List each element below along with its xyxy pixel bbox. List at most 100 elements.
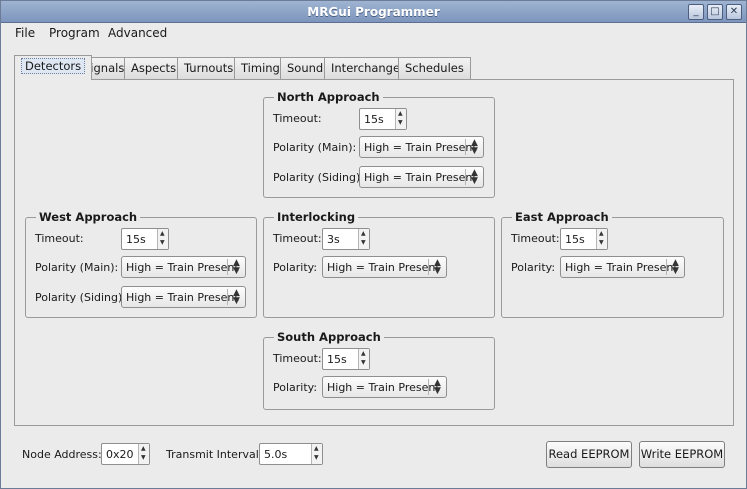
east-timeout-label: Timeout: <box>511 232 560 245</box>
menu-program[interactable]: Program <box>49 26 100 40</box>
south-approach-title: South Approach <box>274 330 384 344</box>
tab-aspects[interactable]: Aspects <box>124 57 184 79</box>
spin-arrows[interactable]: ▲ ▼ <box>157 229 168 249</box>
transmit-interval-spinbox[interactable]: 5.0s ▲ ▼ <box>259 443 323 465</box>
close-button[interactable]: ✕ <box>726 4 742 20</box>
north-polarity-main-label: Polarity (Main): <box>273 141 357 154</box>
north-approach-group: North Approach Timeout: 15s ▲ ▼ Polarity… <box>263 90 495 198</box>
north-polarity-main-value: High = Train Present <box>364 141 477 154</box>
chevron-up-icon[interactable]: ▲ <box>314 446 319 452</box>
node-address-spinbox[interactable]: 0x20 ▲ ▼ <box>101 443 150 465</box>
west-timeout-spinbox[interactable]: 15s ▲ ▼ <box>121 228 169 250</box>
node-address-label: Node Address: <box>22 448 102 461</box>
west-polarity-main-value: High = Train Present <box>126 261 239 274</box>
east-approach-title: East Approach <box>512 210 612 224</box>
chevron-down-icon[interactable]: ▼ <box>398 120 403 126</box>
menu-advanced[interactable]: Advanced <box>108 26 167 40</box>
combo-arrows-icon: ▲ ▼ <box>666 259 684 276</box>
west-polarity-main-combo[interactable]: High = Train Present ▲ ▼ <box>121 256 246 278</box>
chevron-up-icon[interactable]: ▲ <box>361 231 366 237</box>
south-timeout-label: Timeout: <box>273 352 322 365</box>
east-polarity-combo[interactable]: High = Train Present ▲ ▼ <box>560 256 685 278</box>
combo-arrows-icon: ▲ ▼ <box>465 169 483 186</box>
spin-arrows[interactable]: ▲ ▼ <box>358 229 369 249</box>
south-approach-group: South Approach Timeout: 15s ▲ ▼ Polarity… <box>263 330 495 410</box>
west-approach-title: West Approach <box>36 210 141 224</box>
minimize-button[interactable]: _ <box>688 4 704 20</box>
east-approach-group: East Approach Timeout: 15s ▲ ▼ Polarity:… <box>501 210 724 318</box>
north-polarity-siding-combo[interactable]: High = Train Present ▲ ▼ <box>359 166 484 188</box>
menu-file[interactable]: File <box>15 26 35 40</box>
north-polarity-siding-value: High = Train Present <box>364 171 477 184</box>
tab-detectors[interactable]: Detectors <box>14 55 93 80</box>
north-approach-title: North Approach <box>274 90 383 104</box>
west-timeout-value: 15s <box>126 233 146 246</box>
chevron-up-icon[interactable]: ▲ <box>599 231 604 237</box>
interlocking-timeout-label: Timeout: <box>273 232 322 245</box>
read-eeprom-button[interactable]: Read EEPROM <box>546 441 632 468</box>
chevron-down-icon[interactable]: ▼ <box>361 360 366 366</box>
chevron-up-icon[interactable]: ▲ <box>361 351 366 357</box>
south-polarity-value: High = Train Present <box>327 381 440 394</box>
combo-arrows-icon: ▲ ▼ <box>227 259 245 276</box>
combo-arrows-icon: ▲ ▼ <box>428 259 446 276</box>
spin-arrows[interactable]: ▲ ▼ <box>311 444 322 464</box>
spin-arrows[interactable]: ▲ ▼ <box>596 229 607 249</box>
write-eeprom-button[interactable]: Write EEPROM <box>639 441 725 468</box>
interlocking-polarity-combo[interactable]: High = Train Present ▲ ▼ <box>322 256 447 278</box>
west-polarity-siding-label: Polarity (Siding): <box>35 291 126 304</box>
east-timeout-value: 15s <box>565 233 585 246</box>
south-polarity-label: Polarity: <box>273 381 318 394</box>
chevron-down-icon[interactable]: ▼ <box>314 455 319 461</box>
east-polarity-value: High = Train Present <box>565 261 678 274</box>
app-window: MRGui Programmer _ □ ✕ File Program Adva… <box>0 0 747 489</box>
tab-turnouts[interactable]: Turnouts <box>177 57 241 79</box>
detectors-tab-pane: North Approach Timeout: 15s ▲ ▼ Polarity… <box>14 79 734 426</box>
transmit-interval-value: 5.0s <box>264 448 288 461</box>
west-polarity-siding-combo[interactable]: High = Train Present ▲ ▼ <box>121 286 246 308</box>
interlocking-timeout-spinbox[interactable]: 3s ▲ ▼ <box>322 228 370 250</box>
interlocking-title: Interlocking <box>274 210 359 224</box>
west-polarity-siding-value: High = Train Present <box>126 291 239 304</box>
combo-arrows-icon: ▲ ▼ <box>465 139 483 156</box>
node-address-value: 0x20 <box>106 448 134 461</box>
east-timeout-spinbox[interactable]: 15s ▲ ▼ <box>560 228 608 250</box>
title-bar[interactable]: MRGui Programmer _ □ ✕ <box>1 1 746 23</box>
chevron-up-icon[interactable]: ▲ <box>160 231 165 237</box>
north-polarity-main-combo[interactable]: High = Train Present ▲ ▼ <box>359 136 484 158</box>
east-polarity-label: Polarity: <box>511 261 556 274</box>
north-timeout-spinbox[interactable]: 15s ▲ ▼ <box>359 108 407 130</box>
spin-arrows[interactable]: ▲ ▼ <box>358 349 369 369</box>
interlocking-timeout-value: 3s <box>327 233 340 246</box>
chevron-down-icon[interactable]: ▼ <box>361 240 366 246</box>
chevron-up-icon[interactable]: ▲ <box>141 446 146 452</box>
chevron-down-icon[interactable]: ▼ <box>160 240 165 246</box>
north-polarity-siding-label: Polarity (Siding): <box>273 171 364 184</box>
chevron-down-icon[interactable]: ▼ <box>599 240 604 246</box>
west-polarity-main-label: Polarity (Main): <box>35 261 119 274</box>
west-approach-group: West Approach Timeout: 15s ▲ ▼ Polarity … <box>25 210 257 318</box>
north-timeout-value: 15s <box>364 113 384 126</box>
spin-arrows[interactable]: ▲ ▼ <box>395 109 406 129</box>
interlocking-polarity-label: Polarity: <box>273 261 318 274</box>
tab-sound[interactable]: Sound <box>280 57 331 79</box>
chevron-up-icon[interactable]: ▲ <box>398 111 403 117</box>
window-title: MRGui Programmer <box>307 5 440 19</box>
menu-bar: File Program Advanced <box>1 23 746 44</box>
transmit-interval-label: Transmit Interval: <box>166 448 263 461</box>
combo-arrows-icon: ▲ ▼ <box>428 379 446 396</box>
tab-schedules[interactable]: Schedules <box>398 57 471 79</box>
south-timeout-spinbox[interactable]: 15s ▲ ▼ <box>322 348 370 370</box>
south-polarity-combo[interactable]: High = Train Present ▲ ▼ <box>322 376 447 398</box>
interlocking-group: Interlocking Timeout: 3s ▲ ▼ Polarity: H… <box>263 210 495 318</box>
south-timeout-value: 15s <box>327 353 347 366</box>
chevron-down-icon[interactable]: ▼ <box>141 455 146 461</box>
spin-arrows[interactable]: ▲ ▼ <box>138 444 149 464</box>
maximize-button[interactable]: □ <box>707 4 723 20</box>
tab-interchange[interactable]: Interchange <box>324 57 408 79</box>
west-timeout-label: Timeout: <box>35 232 84 245</box>
combo-arrows-icon: ▲ ▼ <box>227 289 245 306</box>
tab-timing[interactable]: Timing <box>234 57 287 79</box>
interlocking-polarity-value: High = Train Present <box>327 261 440 274</box>
tab-detectors-label: Detectors <box>21 58 86 74</box>
